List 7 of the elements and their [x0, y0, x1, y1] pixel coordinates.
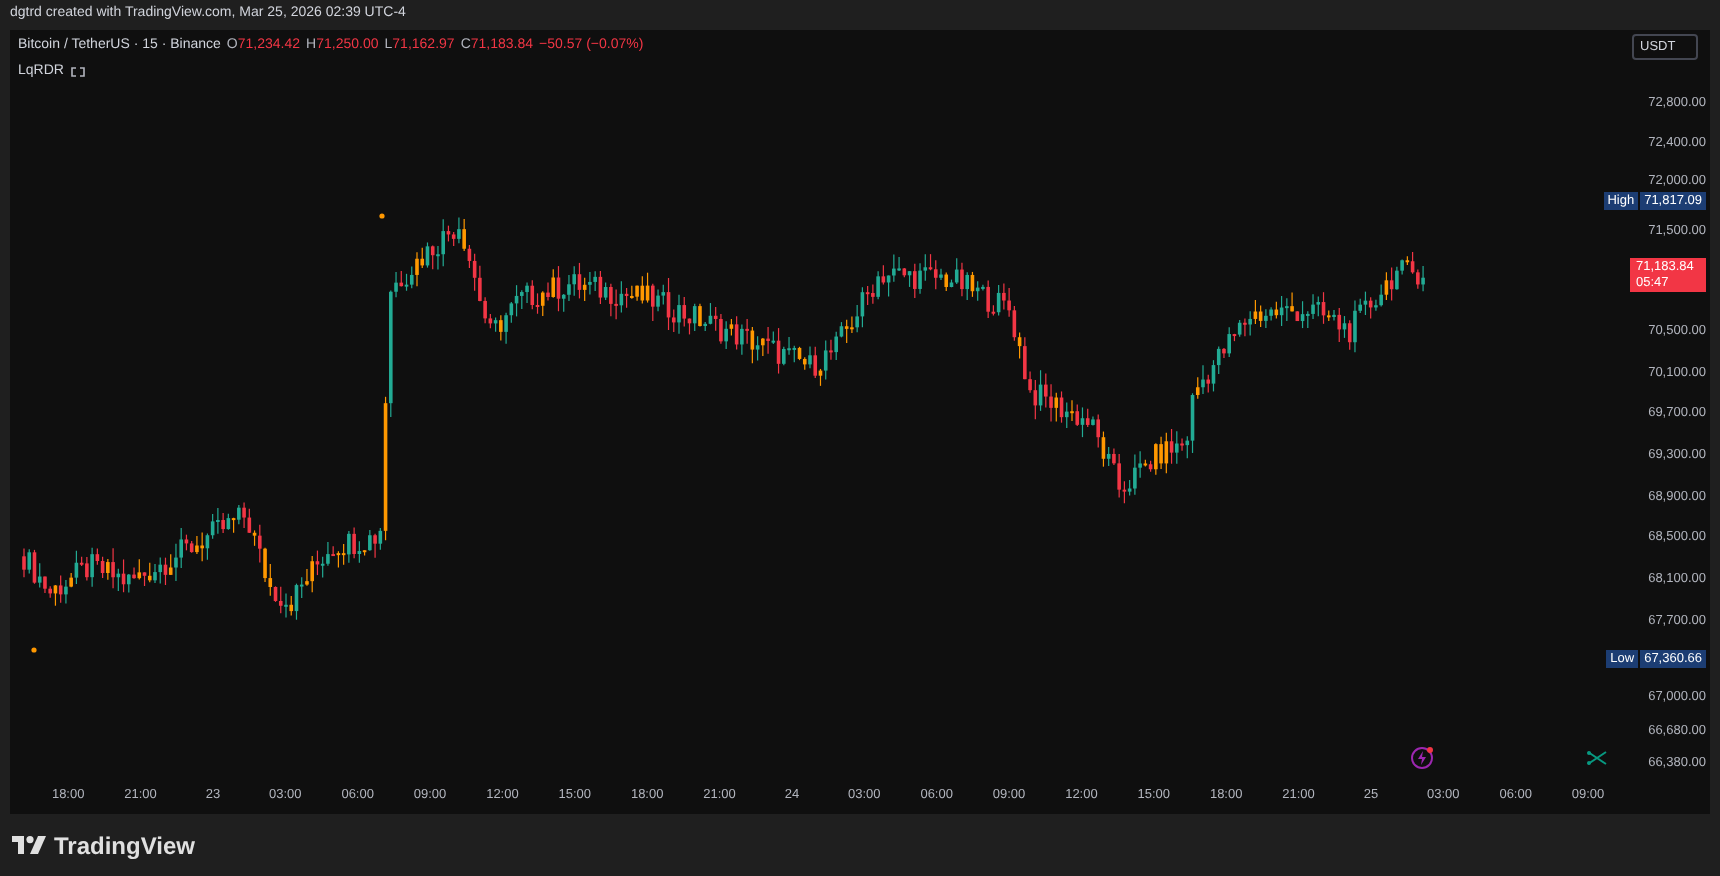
brand-name: TradingView: [54, 829, 195, 863]
signal-dot: [379, 213, 385, 219]
lightning-icon[interactable]: [1410, 746, 1434, 770]
scissors-icon[interactable]: [1586, 750, 1608, 766]
signal-dot: [31, 647, 37, 653]
logo-icon: [12, 836, 46, 854]
link-icon[interactable]: [69, 65, 86, 78]
